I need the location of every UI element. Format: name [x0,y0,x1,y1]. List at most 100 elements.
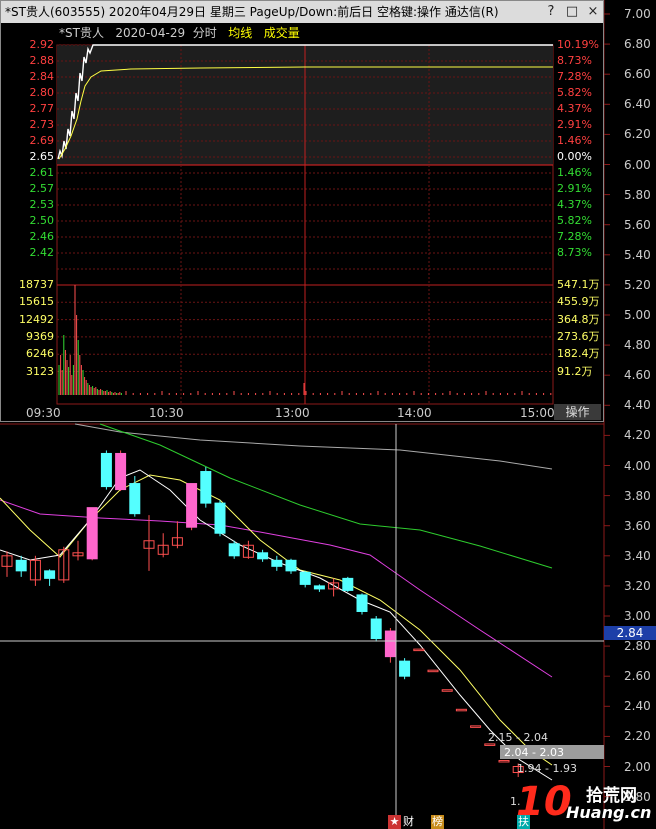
watermark-site: Huang.cn [566,803,652,822]
marker-finance[interactable]: 财 [402,815,415,829]
time-label-1030: 10:30 [149,406,184,420]
price-label: 2.77 [29,102,55,115]
candle [115,450,127,492]
candle [342,576,354,592]
watermark-logo: 10 拾荒网 Huang.cn [516,779,651,827]
price-label: 2.50 [29,214,55,227]
price-axis-label: 2.20 [624,729,651,744]
price-axis-label: 5.60 [624,217,651,232]
volume-label: 12492 [19,312,54,326]
price-label: 2.61 [29,166,55,179]
amount-label: 91.2万 [557,364,593,378]
volume-label: 9369 [26,329,54,343]
time-label-1500: 15:00 [520,406,555,420]
candle [129,476,141,517]
intraday-popup[interactable]: *ST贵人(603555) 2020年04月29日 星期三 PageUp/Dow… [0,0,604,422]
pct-label: 5.82% [557,214,592,227]
price-axis-label: 2.00 [624,759,651,774]
operate-button[interactable]: 操作 [554,404,601,420]
time-label-0930: 09:30 [26,406,61,420]
volume-label: 18737 [19,278,54,291]
pct-label: 2.91% [557,182,592,195]
price-axis-label: 3.60 [624,518,651,533]
candle [285,558,297,574]
price-label: 2.84 [29,70,55,83]
volume-label: 15615 [19,295,54,309]
intraday-chart[interactable] [1,1,603,421]
price-label: 2.73 [29,118,55,131]
candle [299,570,311,588]
candle [427,669,439,673]
price-axis-label: 3.20 [624,578,651,593]
candle [44,569,56,586]
price-axis-label: 7.00 [624,7,651,21]
pct-label: 2.91% [557,118,592,131]
price-axis-label: 6.40 [624,97,651,112]
price-axis-label: 2.40 [624,699,651,714]
price-axis-label: 6.80 [624,37,651,52]
candle [399,658,411,680]
candle [1,551,13,577]
pct-label: 7.28% [557,230,592,243]
candle [86,507,98,561]
price-label: 2.65 [29,150,55,163]
candle [484,743,496,746]
candle [470,725,482,728]
amount-label: 273.6万 [557,329,600,343]
pct-label: 0.00% [557,150,592,163]
pct-label: 5.82% [557,86,592,99]
candle [455,708,467,712]
pct-label: 10.19% [557,38,599,51]
candle [15,555,27,577]
price-label: 2.57 [29,182,55,195]
annotation-1: 2.15 - 2.04 [488,731,548,744]
candle [200,467,212,508]
price-label: 2.80 [29,86,55,99]
volume-label: 3123 [26,364,54,378]
pct-label: 1.46% [557,134,592,147]
amount-label: 547.1万 [557,278,600,291]
candle [257,549,269,562]
candle [72,540,84,561]
price-label: 2.92 [29,38,55,51]
price-label: 2.53 [29,198,55,211]
candle [313,584,325,592]
price-label: 2.46 [29,230,55,243]
price-axis-label: 4.80 [624,338,651,353]
ma-line-3 [0,499,553,678]
marker-star[interactable]: ★ [388,815,401,829]
pct-label: 8.73% [557,246,592,259]
candle [271,555,283,571]
price-axis-label: 6.00 [624,157,651,172]
volume-label: 6246 [26,347,54,361]
price-axis-label: 2.80 [624,639,651,654]
candle [228,540,240,559]
ma-line-1 [74,423,553,470]
price-axis-label: 3.00 [624,609,651,623]
price-axis-label: 5.00 [624,308,651,322]
candle [214,500,226,537]
pct-label: 4.37% [557,102,592,115]
candle [29,555,41,586]
price-axis-label: 3.80 [624,488,651,503]
candle [370,616,382,642]
price-label: 2.42 [29,246,55,259]
pct-label: 4.37% [557,198,592,211]
candle [143,515,155,571]
price-axis-label: 2.60 [624,669,651,684]
candle [356,593,368,615]
marker-list[interactable]: 榜 [431,815,444,829]
price-axis-label: 3.40 [624,548,651,563]
amount-label: 364.8万 [557,312,600,326]
annotation-2: 2.04 - 2.03 [504,746,564,759]
amount-label: 182.4万 [557,347,600,361]
pct-label: 1.46% [557,166,592,179]
candle [441,689,453,692]
price-axis-label: 5.40 [624,247,651,262]
price-axis-label: 4.00 [624,458,651,473]
price-axis-label: 6.60 [624,67,651,82]
amount-label: 455.9万 [557,295,600,309]
pct-label: 8.73% [557,54,592,67]
price-axis-label: 4.60 [624,368,651,383]
price-axis-label: 5.80 [624,187,651,202]
